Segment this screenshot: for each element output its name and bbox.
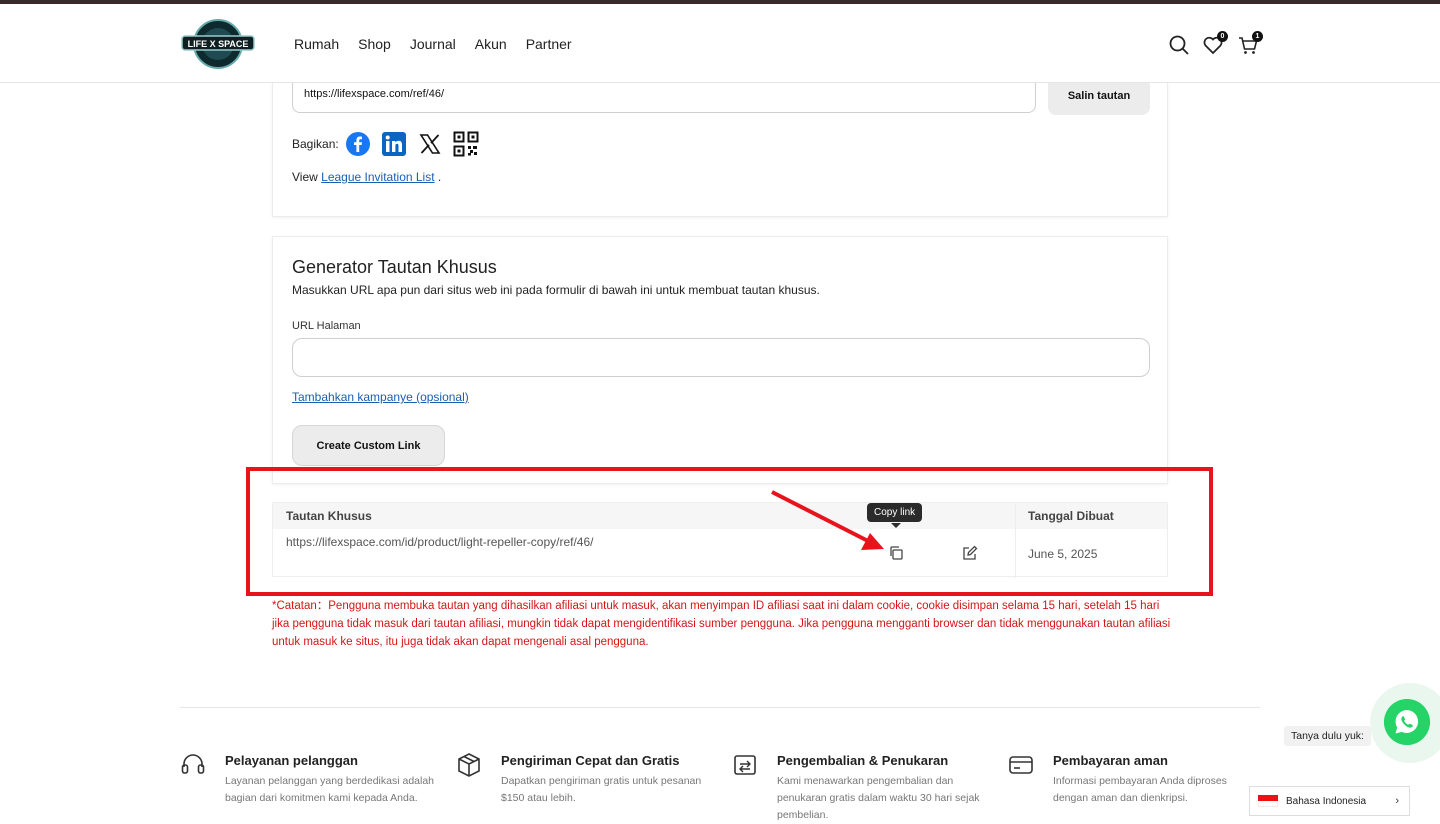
generator-title: Generator Tautan Khusus bbox=[292, 257, 497, 277]
language-label: Bahasa Indonesia bbox=[1286, 796, 1367, 807]
feature-description: Dapatkan pengiriman gratis untuk pesanan… bbox=[501, 775, 702, 804]
return-icon bbox=[734, 755, 756, 775]
feature-title: Pelayanan pelanggan bbox=[225, 753, 358, 768]
feature-description: Informasi pembayaran Anda diproses denga… bbox=[1053, 775, 1227, 804]
view-suffix: . bbox=[437, 170, 442, 184]
card-icon bbox=[1009, 756, 1033, 774]
custom-link-generator-card: Generator Tautan Khusus Masukkan URL apa… bbox=[272, 236, 1168, 484]
footer-divider bbox=[180, 707, 1260, 708]
indonesia-flag-icon bbox=[1258, 795, 1278, 807]
affiliate-note: *Catatan：Pengguna membuka tautan yang di… bbox=[272, 600, 1171, 648]
site-logo[interactable]: LIFE X SPACE bbox=[180, 16, 256, 72]
feature-title: Pembayaran aman bbox=[1053, 753, 1168, 768]
view-prefix: View bbox=[292, 170, 318, 184]
feature-description: Layanan pelanggan yang berdedikasi adala… bbox=[225, 775, 435, 804]
qr-code-icon[interactable] bbox=[453, 131, 479, 157]
facebook-icon[interactable] bbox=[345, 131, 371, 157]
page-url-input[interactable] bbox=[292, 338, 1150, 377]
share-label: Bagikan: bbox=[292, 137, 339, 151]
linkedin-icon[interactable] bbox=[381, 131, 407, 157]
generator-description: Masukkan URL apa pun dari situs web ini … bbox=[292, 283, 820, 297]
league-invitation-link[interactable]: League Invitation List bbox=[321, 170, 434, 184]
annotation-highlight-box bbox=[246, 467, 1213, 596]
headset-icon bbox=[181, 754, 205, 774]
feature-title: Pengiriman Cepat dan Gratis bbox=[501, 753, 680, 768]
whatsapp-tooltip: Tanya dulu yuk: bbox=[1284, 726, 1371, 746]
view-invitation-row: View League Invitation List . bbox=[292, 170, 441, 184]
add-campaign-link[interactable]: Tambahkan kampanye (opsional) bbox=[292, 390, 469, 404]
chevron-right-icon: › bbox=[1395, 795, 1399, 807]
search-icon[interactable] bbox=[1168, 34, 1190, 56]
cart-count-badge: 1 bbox=[1252, 31, 1263, 42]
wishlist-count-badge: 0 bbox=[1217, 31, 1228, 42]
referral-link-card: https://lifexspace.com/ref/46/ Salin tau… bbox=[272, 60, 1168, 217]
annotation-arrow bbox=[771, 490, 884, 550]
nav-rumah[interactable]: Rumah bbox=[294, 36, 339, 52]
main-nav: Rumah Shop Journal Akun Partner bbox=[294, 36, 591, 52]
create-custom-link-button[interactable]: Create Custom Link bbox=[292, 425, 445, 466]
nav-journal[interactable]: Journal bbox=[410, 36, 456, 52]
page-url-label: URL Halaman bbox=[292, 320, 361, 332]
share-row: Bagikan: bbox=[292, 131, 489, 157]
feature-description: Kami menawarkan pengembalian dan penukar… bbox=[777, 775, 980, 821]
box-icon bbox=[458, 753, 480, 777]
nav-shop[interactable]: Shop bbox=[358, 36, 391, 52]
whatsapp-icon[interactable] bbox=[1384, 699, 1430, 745]
site-header: LIFE X SPACE Rumah Shop Journal Akun Par… bbox=[0, 4, 1440, 83]
feature-title: Pengembalian & Penukaran bbox=[777, 753, 949, 768]
nav-akun[interactable]: Akun bbox=[475, 36, 507, 52]
nav-partner[interactable]: Partner bbox=[526, 36, 572, 52]
language-selector[interactable]: Bahasa Indonesia › bbox=[1249, 786, 1410, 816]
logo-text: LIFE X SPACE bbox=[188, 39, 249, 49]
x-icon[interactable] bbox=[417, 131, 443, 157]
